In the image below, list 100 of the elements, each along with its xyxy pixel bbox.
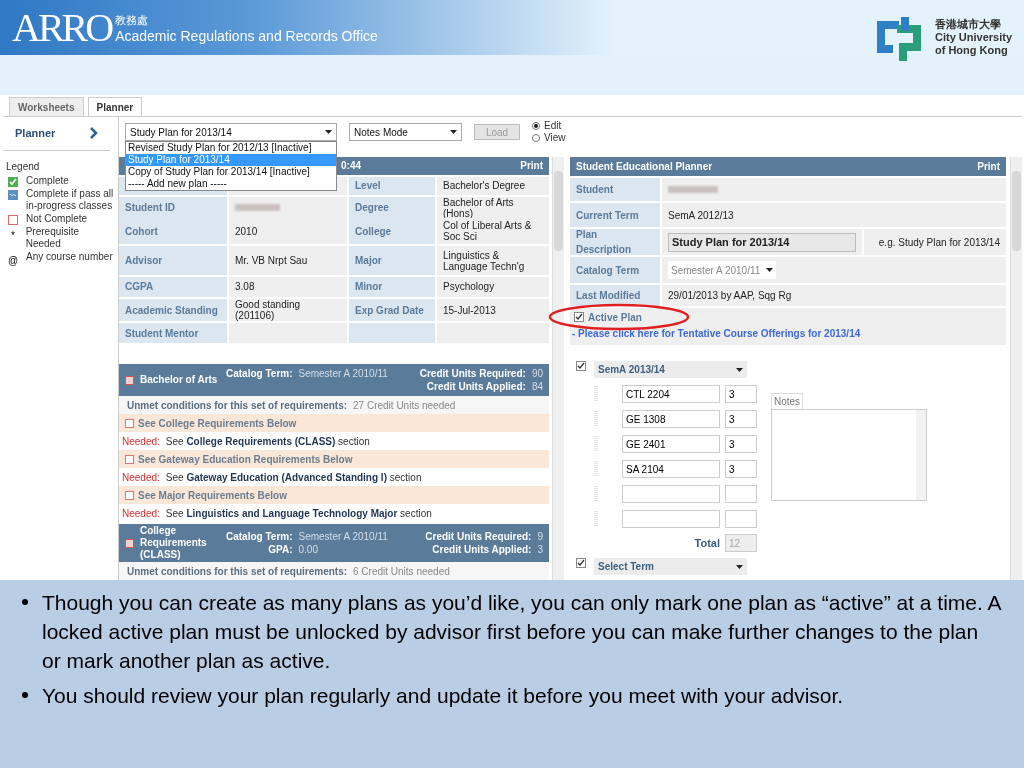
- bullet-text: Though you can create as many plans as you’d like, you can only mark one plan as “active” at a time. A locked active plan must be unlocked by advisor first before you can make further changes to the plan or mark another plan as active.: [42, 590, 1002, 674]
- applied-units: 84: [531, 380, 543, 393]
- course-code-field[interactable]: GE 2401: [622, 435, 720, 453]
- catalog-label: Catalog Term:: [226, 530, 293, 543]
- total-field: 12: [725, 534, 757, 552]
- label-cell: Exp Grad Date: [349, 298, 435, 322]
- required-label: Credit Units Required:: [418, 367, 526, 380]
- university-name: of Hong Kong: [934, 44, 1009, 57]
- field-label: Catalog Term: [576, 263, 640, 278]
- scrollbar[interactable]: [552, 157, 564, 580]
- course-code-field[interactable]: SA 2104: [622, 460, 720, 478]
- total-label: Total: [694, 535, 720, 551]
- value-cell: Bachelor of Arts (Hons): [437, 196, 549, 219]
- units-field[interactable]: [725, 510, 757, 528]
- checkbox[interactable]: [576, 361, 586, 371]
- dropdown-option[interactable]: Copy of Study Plan for 2013/14 [Inactive]: [126, 166, 336, 178]
- course-code-field[interactable]: [622, 485, 720, 503]
- term-select[interactable]: SemA 2013/14: [594, 361, 747, 378]
- legend-symbol: *: [10, 228, 15, 243]
- notes-field[interactable]: [771, 409, 927, 501]
- course-code-field[interactable]: [622, 510, 720, 528]
- units-field[interactable]: 3: [725, 460, 757, 478]
- sidebar-title: Planner: [15, 126, 56, 141]
- term-select[interactable]: Select Term: [594, 558, 747, 575]
- input-hint: e.g. Study Plan for 2013/14: [878, 235, 1000, 250]
- radio-label: View: [544, 132, 566, 144]
- dropdown-option[interactable]: Revised Study Plan for 2012/13 [Inactive]: [126, 142, 336, 154]
- mode-select[interactable]: Notes Mode: [349, 123, 462, 141]
- value-cell: Bachelor's Degree: [437, 176, 549, 195]
- caret-icon: [766, 268, 774, 272]
- plan-description-input[interactable]: Study Plan for 2013/14: [668, 232, 856, 252]
- label-cell: Academic Standing: [119, 298, 227, 322]
- unmet-value: 6 Credit Units needed: [353, 564, 450, 579]
- chevron-right-icon[interactable]: [90, 127, 98, 140]
- units-field[interactable]: 3: [725, 435, 757, 453]
- needed-label: Needed:: [122, 506, 160, 521]
- needed-text: See Gateway Education (Advanced Standing I) section: [165, 470, 422, 485]
- requirement-text: See Gateway Education Requirements Below: [138, 452, 353, 467]
- label-cell: Student ID: [119, 196, 227, 219]
- unmet-label: Unmet conditions for this set of requirements:: [127, 564, 348, 579]
- units-field[interactable]: 3: [725, 385, 757, 403]
- needed-text: See College Requirements (CLASS) section: [165, 434, 370, 449]
- unmet-value: 27 Credit Units needed: [353, 398, 456, 413]
- value-cell: 3.08: [229, 276, 347, 297]
- print-link[interactable]: Print: [520, 158, 543, 174]
- course-code-field[interactable]: GE 1308: [622, 410, 720, 428]
- label-cell: Cohort: [119, 217, 227, 245]
- bullet-text: You should review your plan regularly and update it before you meet with your advisor.: [42, 683, 844, 709]
- label-cell: College: [349, 217, 435, 245]
- field-value: SemA 2012/13: [668, 208, 734, 223]
- catalog-term: Semester A 2010/11: [298, 530, 388, 543]
- label-cell: Advisor: [119, 246, 227, 275]
- field-label: Last Modified: [576, 289, 641, 303]
- checkbox[interactable]: [574, 312, 584, 322]
- required-units: 9: [537, 530, 543, 543]
- value-cell: Mr. VB Nrpt Sau: [229, 246, 347, 275]
- gpa-label: GPA:: [267, 543, 293, 556]
- legend-label: Complete: [26, 174, 69, 187]
- field-value: 29/01/2013 by AAP, Sqg Rg: [668, 289, 792, 303]
- tab[interactable]: Planner: [87, 97, 143, 116]
- course-code-field[interactable]: CTL 2204: [622, 385, 720, 403]
- legend-title: Legend: [5, 159, 41, 174]
- catalog-label: Catalog Term:: [226, 367, 293, 380]
- value-cell: Psychology: [437, 276, 549, 297]
- catalog-term: Semester A 2010/11: [298, 367, 388, 380]
- applied-label: Credit Units Applied:: [431, 543, 532, 556]
- bullet-icon: [22, 599, 28, 605]
- units-field[interactable]: 3: [725, 410, 757, 428]
- needed-label: Needed:: [122, 470, 160, 485]
- radio-button[interactable]: [532, 134, 540, 142]
- required-units: 90: [531, 367, 543, 380]
- field-label: Plan Description: [576, 228, 632, 257]
- tab[interactable]: Worksheets: [9, 97, 84, 116]
- dropdown-option[interactable]: ----- Add new plan -----: [126, 178, 336, 190]
- planner-title: Student Educational Planner: [576, 160, 713, 174]
- applied-label: Credit Units Applied:: [425, 380, 526, 393]
- scrollbar[interactable]: [1010, 157, 1022, 580]
- legend-label: Not Complete: [26, 212, 88, 225]
- not-complete-icon: [8, 214, 18, 225]
- gpa-value: 0.00: [298, 543, 319, 556]
- office-chinese-name: 教務處: [115, 14, 150, 28]
- print-link[interactable]: Print: [977, 159, 1000, 174]
- unmet-label: Unmet conditions for this set of requirements:: [127, 398, 348, 413]
- blurred-value: [668, 186, 718, 193]
- requirement-text: See Major Requirements Below: [138, 488, 287, 503]
- value-cell: 2010: [229, 217, 347, 245]
- caret-icon: [736, 564, 743, 569]
- units-field[interactable]: [725, 485, 757, 503]
- course-offerings-link[interactable]: - Please click here for Tentative Course Offerings for 2013/14: [570, 326, 1006, 341]
- radio-label: Edit: [544, 120, 562, 132]
- radio-button[interactable]: [532, 122, 540, 130]
- block-title: College Requirements (CLASS): [140, 525, 208, 561]
- header-text: 0:44: [341, 159, 361, 174]
- checkbox[interactable]: [576, 558, 586, 568]
- label-cell: Degree: [349, 196, 435, 219]
- university-chinese-name: 香港城市大學: [934, 18, 1002, 31]
- label-cell: Student Mentor: [119, 323, 227, 344]
- value-cell: Good standing (201106): [229, 298, 347, 322]
- office-name: Academic Regulations and Records Office: [115, 28, 378, 46]
- plan-select[interactable]: Study Plan for 2013/14: [125, 123, 337, 141]
